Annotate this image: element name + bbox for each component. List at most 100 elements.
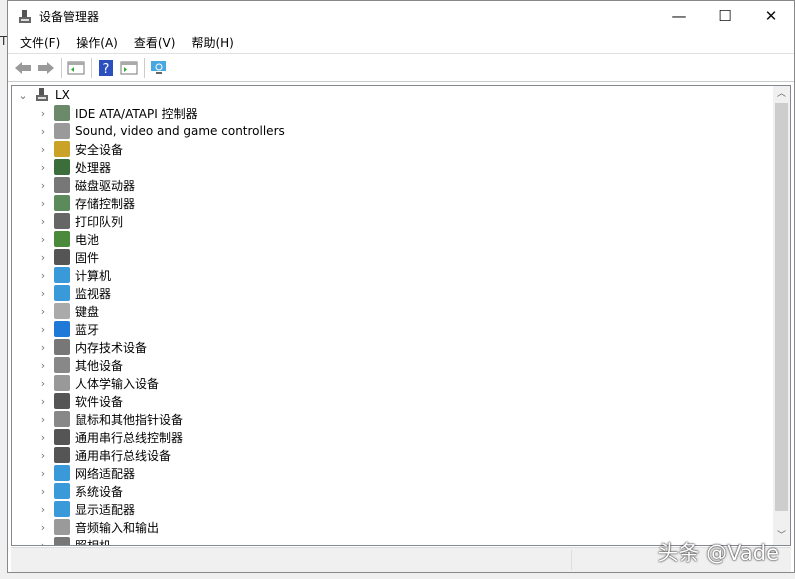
scan-hardware-icon[interactable] [148, 58, 170, 78]
chevron-right-icon[interactable]: › [36, 449, 50, 462]
tree-item[interactable]: › 人体学输入设备 [12, 374, 790, 392]
menu-help[interactable]: 帮助(H) [183, 34, 241, 51]
tree-item[interactable]: › 打印队列 [12, 212, 790, 230]
chevron-right-icon[interactable]: › [36, 521, 50, 534]
properties-icon[interactable] [118, 58, 140, 78]
tree-item[interactable]: › 通用串行总线控制器 [12, 428, 790, 446]
tree-item-label: 通用串行总线设备 [75, 448, 172, 463]
chevron-right-icon[interactable]: › [36, 323, 50, 336]
chevron-right-icon[interactable]: › [36, 485, 50, 498]
system-device-icon [54, 483, 70, 499]
watermark: 头条 @Vade [657, 541, 779, 565]
chevron-right-icon[interactable]: › [36, 467, 50, 480]
chevron-right-icon[interactable]: › [36, 305, 50, 318]
chevron-right-icon[interactable]: › [36, 395, 50, 408]
network-adapter-icon [54, 465, 70, 481]
chevron-right-icon[interactable]: › [36, 287, 50, 300]
chevron-right-icon[interactable]: › [36, 269, 50, 282]
tree-item-label: 存储控制器 [75, 196, 136, 211]
menu-bar: 文件(F) 操作(A) 查看(V) 帮助(H) [8, 32, 794, 54]
chevron-right-icon[interactable]: › [36, 233, 50, 246]
tree-item-label: 安全设备 [75, 142, 124, 157]
tree-item[interactable]: › 磁盘驱动器 [12, 176, 790, 194]
tree-item[interactable]: › 安全设备 [12, 140, 790, 158]
minimize-button[interactable]: — [656, 1, 702, 31]
memory-device-icon [54, 339, 70, 355]
chevron-right-icon[interactable]: › [36, 341, 50, 354]
menu-action[interactable]: 操作(A) [68, 34, 126, 51]
close-button[interactable]: ✕ [748, 1, 794, 31]
tree-item-label: 固件 [75, 250, 100, 265]
chevron-right-icon[interactable]: › [36, 503, 50, 516]
chevron-right-icon[interactable]: › [36, 161, 50, 174]
maximize-button[interactable]: ☐ [702, 1, 748, 31]
tree-item[interactable]: › 蓝牙 [12, 320, 790, 338]
tree-item[interactable]: › 网络适配器 [12, 464, 790, 482]
usb-device-icon [54, 447, 70, 463]
tree-item[interactable]: › 其他设备 [12, 356, 790, 374]
chevron-right-icon[interactable]: › [36, 539, 50, 546]
tree-root[interactable]: ⌄ LX [12, 86, 790, 104]
help-icon[interactable]: ? [95, 58, 117, 78]
chevron-right-icon[interactable]: › [36, 143, 50, 156]
chevron-down-icon[interactable]: ⌄ [16, 89, 30, 102]
tree-item-label: 内存技术设备 [75, 340, 148, 355]
chevron-right-icon[interactable]: › [36, 413, 50, 426]
device-manager-icon [17, 9, 33, 25]
security-key-icon [54, 141, 70, 157]
scrollbar-thumb[interactable] [775, 103, 788, 511]
tree-item-label: 打印队列 [75, 214, 124, 229]
back-icon[interactable] [12, 58, 34, 78]
chevron-right-icon[interactable]: › [36, 431, 50, 444]
tree-item[interactable]: › 监视器 [12, 284, 790, 302]
tree-item-label: 计算机 [75, 268, 112, 283]
computer-root-icon [34, 87, 50, 103]
tree-item-label: 鼠标和其他指针设备 [75, 412, 184, 427]
tree-item-label: 显示适配器 [75, 502, 136, 517]
printer-icon [54, 213, 70, 229]
tree-item-label: 网络适配器 [75, 466, 136, 481]
tree-item[interactable]: › 音频输入和输出 [12, 518, 790, 536]
tree-item-label: Sound, video and game controllers [75, 124, 285, 138]
tree-item[interactable]: › 通用串行总线设备 [12, 446, 790, 464]
chevron-right-icon[interactable]: › [36, 197, 50, 210]
vertical-scrollbar[interactable]: ︿ ﹀ [773, 86, 790, 545]
tree-item[interactable]: › 固件 [12, 248, 790, 266]
tree-item[interactable]: › 系统设备 [12, 482, 790, 500]
tree-root-label: LX [55, 88, 70, 102]
hid-icon [54, 375, 70, 391]
show-hide-console-tree-icon[interactable] [65, 58, 87, 78]
tree-item-label: 照相机 [75, 538, 112, 546]
tree-item-label: 音频输入和输出 [75, 520, 160, 535]
storage-controller-icon [54, 195, 70, 211]
tree-item[interactable]: › 处理器 [12, 158, 790, 176]
tree-item[interactable]: › 显示适配器 [12, 500, 790, 518]
tree-item[interactable]: › 鼠标和其他指针设备 [12, 410, 790, 428]
tree-item[interactable]: › IDE ATA/ATAPI 控制器 [12, 104, 790, 122]
tree-item[interactable]: › 软件设备 [12, 392, 790, 410]
forward-icon[interactable] [35, 58, 57, 78]
tree-item[interactable]: › 内存技术设备 [12, 338, 790, 356]
tree-item[interactable]: › 存储控制器 [12, 194, 790, 212]
chevron-right-icon[interactable]: › [36, 125, 50, 138]
scroll-up-icon[interactable]: ︿ [773, 86, 790, 103]
menu-view[interactable]: 查看(V) [126, 34, 184, 51]
chevron-right-icon[interactable]: › [36, 179, 50, 192]
processor-icon [54, 159, 70, 175]
tree-item[interactable]: › 电池 [12, 230, 790, 248]
toolbar: ? [8, 54, 794, 82]
tree-item[interactable]: › 键盘 [12, 302, 790, 320]
ide-controller-icon [54, 105, 70, 121]
menu-file[interactable]: 文件(F) [12, 34, 68, 51]
keyboard-icon [54, 303, 70, 319]
tree-item[interactable]: › 计算机 [12, 266, 790, 284]
chevron-right-icon[interactable]: › [36, 215, 50, 228]
chevron-right-icon[interactable]: › [36, 359, 50, 372]
svg-text:?: ? [103, 62, 110, 77]
chevron-right-icon[interactable]: › [36, 377, 50, 390]
tree-item[interactable]: › Sound, video and game controllers [12, 122, 790, 140]
battery-icon [54, 231, 70, 247]
chevron-right-icon[interactable]: › [36, 107, 50, 120]
tree-item-label: 电池 [75, 232, 100, 247]
chevron-right-icon[interactable]: › [36, 251, 50, 264]
